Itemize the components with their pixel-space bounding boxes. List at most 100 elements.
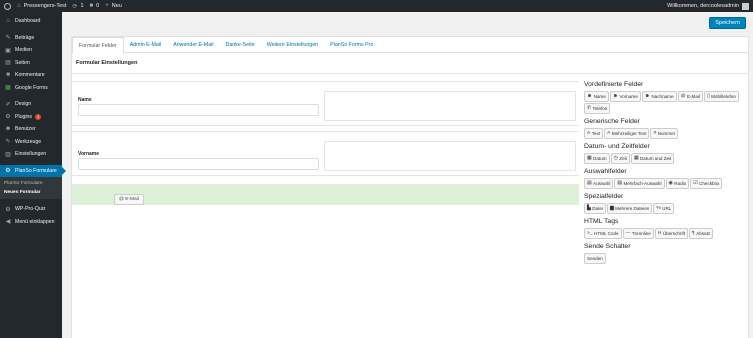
add-datetime-button[interactable]: ▦ Datum und Zeit bbox=[630, 153, 675, 164]
add-html-code-label: HTML Code bbox=[593, 231, 619, 236]
name-field[interactable] bbox=[78, 104, 319, 116]
dashboard-icon: ⌂ bbox=[6, 18, 10, 25]
add-submit-label: Senden bbox=[587, 256, 603, 261]
add-file-button[interactable]: ▙ Datei bbox=[584, 203, 606, 214]
clock-icon: ◷ bbox=[613, 156, 618, 161]
tab-admin-email[interactable]: Admin E-Mail bbox=[124, 37, 168, 53]
site-name-link[interactable]: ⌂ Pressengers-Test bbox=[17, 3, 66, 9]
add-heading-button[interactable]: H Überschrift bbox=[654, 228, 689, 239]
sidebar-item-settings[interactable]: ▥ Einstellungen bbox=[0, 148, 62, 161]
planso-icon: ⚙ bbox=[5, 168, 11, 175]
account-menu[interactable]: Willkommen, dercoolesadmin bbox=[667, 2, 749, 10]
drop-zone[interactable]: @ E-Mail bbox=[72, 184, 579, 205]
add-radio-button[interactable]: ◉ Radio bbox=[665, 178, 690, 189]
form-canvas: Name Vorname @ E-Mail bbox=[72, 81, 579, 338]
sidebar-item-planso-forms[interactable]: ⚙ PlanSo Formulare bbox=[0, 164, 66, 177]
add-email-button[interactable]: @ E-Mail bbox=[677, 91, 703, 102]
sidebar-item-users[interactable]: ☻ Benutzer bbox=[0, 123, 62, 136]
settings-icon: ▥ bbox=[5, 151, 11, 158]
sidebar-item-posts[interactable]: ✎ Beiträge bbox=[0, 32, 62, 45]
add-name-button[interactable]: ☻ Name bbox=[584, 91, 609, 102]
updates-link[interactable]: ⟳ 1 bbox=[72, 3, 83, 10]
add-url-button[interactable]: % URL bbox=[653, 203, 675, 214]
add-phone-button[interactable]: ✆ Telefon bbox=[584, 103, 611, 114]
field-options-box bbox=[324, 141, 576, 171]
sidebar-item-design[interactable]: ✐ Design bbox=[0, 98, 62, 111]
palette-group-title: Spezialfelder bbox=[584, 193, 624, 200]
add-time-label: Zeit bbox=[619, 156, 627, 161]
list-icon: ▤ bbox=[587, 181, 592, 186]
sidebar-item-comments[interactable]: ■ Kommentare bbox=[0, 69, 62, 82]
save-button[interactable]: Speichern bbox=[709, 17, 746, 29]
avatar[interactable] bbox=[742, 2, 749, 10]
form-field-row[interactable]: Name bbox=[72, 81, 579, 126]
google-forms-icon: ▦ bbox=[5, 85, 11, 92]
submenu-item-new-form[interactable]: Neues Formular bbox=[0, 188, 62, 197]
pages-icon: ▤ bbox=[5, 60, 11, 67]
palette-group-title: Generische Felder bbox=[584, 118, 640, 125]
collapse-icon: ◀ bbox=[5, 219, 11, 226]
user-icon: ☻ bbox=[644, 94, 650, 99]
add-vorname-button[interactable]: ☻ Vorname bbox=[609, 91, 641, 102]
tab-planso-forms-pro[interactable]: PlanSo Forms Pro bbox=[324, 37, 379, 53]
admin-bar: ⌂ Pressengers-Test ⟳ 1 ■ 0 + Neu Willkommen,… bbox=[0, 0, 753, 12]
sidebar-item-dashboard[interactable]: ⌂ Dashboard bbox=[0, 15, 62, 28]
tab-thank-you-page[interactable]: Danke-Seite bbox=[220, 37, 261, 53]
add-file-label: Datei bbox=[592, 206, 603, 211]
sidebar-item-google-forms[interactable]: ▦ Google Forms bbox=[0, 82, 62, 95]
add-mobile-label: Mobiltelefon bbox=[711, 94, 736, 99]
add-number-label: Nummer bbox=[657, 131, 676, 136]
sidebar-item-plugins[interactable]: ⚙ Plugins 1 bbox=[0, 111, 62, 124]
add-vorname-label: Vorname bbox=[619, 94, 638, 99]
wordpress-logo-icon[interactable] bbox=[4, 2, 11, 10]
sidebar-item-label: Google Forms bbox=[15, 84, 48, 91]
sidebar-item-wp-pro-quiz[interactable]: ⚙ WP-Pro-Quiz bbox=[0, 203, 62, 216]
add-paragraph-button[interactable]: ¶ Absatz bbox=[689, 228, 714, 239]
add-multifile-button[interactable]: ▆ Mehrere Dateien bbox=[606, 203, 653, 214]
sidebar-item-pages[interactable]: ▤ Seiten bbox=[0, 57, 62, 70]
add-separator-button[interactable]: — Trennline bbox=[622, 228, 654, 239]
add-time-button[interactable]: ◷ Zeit bbox=[610, 153, 630, 164]
sidebar-item-media[interactable]: ▣ Medien bbox=[0, 44, 62, 57]
submenu-item-all-forms[interactable]: PlanSo Formulare bbox=[0, 179, 62, 188]
site-name-label: Pressengers-Test bbox=[23, 3, 67, 9]
updates-icon: ⟳ bbox=[72, 3, 78, 10]
sidebar-item-tools[interactable]: ✎ Werkzeuge bbox=[0, 136, 62, 149]
add-textarea-button[interactable]: A Mehrzeiliger Text bbox=[604, 128, 650, 139]
add-html-code-button[interactable]: >_ HTML Code bbox=[584, 228, 622, 239]
field-label: Vorname bbox=[78, 151, 100, 157]
design-icon: ✐ bbox=[5, 101, 11, 108]
palette-group-title: HTML Tags bbox=[584, 218, 619, 225]
dragged-email-field[interactable]: @ E-Mail bbox=[114, 194, 144, 205]
header-icon: H bbox=[657, 231, 662, 236]
comments-count: 0 bbox=[96, 3, 100, 9]
tab-form-fields[interactable]: Formular Felder bbox=[72, 37, 124, 54]
add-textarea-label: Mehrzeiliger Text bbox=[611, 131, 647, 136]
quiz-icon: ⚙ bbox=[5, 206, 11, 213]
form-field-row[interactable]: Vorname bbox=[72, 131, 579, 176]
paragraph-icon: ¶ bbox=[692, 231, 695, 236]
tab-more-settings[interactable]: Weitere Einstellungen bbox=[261, 37, 324, 53]
add-date-button[interactable]: ▦ Datum bbox=[584, 153, 610, 164]
text-icon: A bbox=[607, 131, 611, 136]
new-content-link[interactable]: + Neu bbox=[105, 3, 122, 9]
folder-icon: ▆ bbox=[609, 206, 614, 211]
vorname-field[interactable] bbox=[78, 158, 319, 170]
comments-link[interactable]: ■ 0 bbox=[90, 3, 100, 9]
add-nachname-button[interactable]: ☻ Nachname bbox=[641, 91, 677, 102]
add-select-button[interactable]: ▤ Auswahl bbox=[584, 178, 614, 189]
add-mobile-button[interactable]: ▯ Mobiltelefon bbox=[703, 91, 739, 102]
collapse-menu-button[interactable]: ◀ Menü einklappen bbox=[0, 216, 62, 229]
form-builder-panel: Formular Felder Admin E-Mail Anwender E-… bbox=[71, 36, 749, 338]
tab-user-email[interactable]: Anwender E-Mail bbox=[167, 37, 219, 53]
add-submit-button[interactable]: Senden bbox=[584, 253, 606, 264]
sidebar-item-label: Design bbox=[15, 101, 32, 108]
user-icon: ☻ bbox=[587, 94, 593, 99]
add-text-label: Text bbox=[591, 131, 601, 136]
checkbox-icon: ☑ bbox=[693, 181, 698, 186]
add-multiselect-button[interactable]: ▤ Mehrfach-Auswahl bbox=[614, 178, 665, 189]
add-number-button[interactable]: # Nummer bbox=[650, 128, 679, 139]
add-text-button[interactable]: A Text bbox=[584, 128, 604, 139]
add-checkbox-button[interactable]: ☑ Checkbox bbox=[690, 178, 723, 189]
add-separator-label: Trennline bbox=[631, 231, 651, 236]
